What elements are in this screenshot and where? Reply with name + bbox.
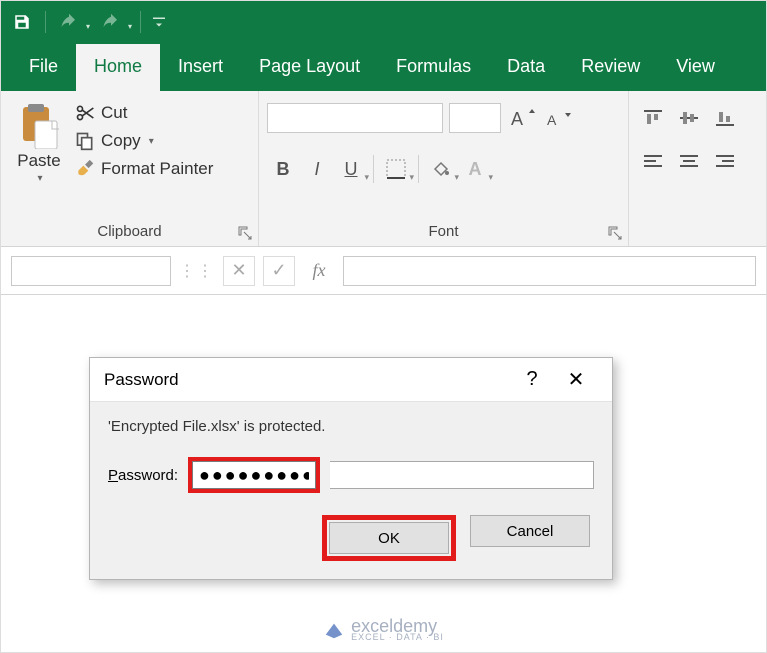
- format-painter-button[interactable]: Format Painter: [75, 159, 213, 179]
- highlight-box: [188, 457, 320, 493]
- insert-function-button[interactable]: fx: [303, 256, 335, 286]
- watermark-tagline: EXCEL · DATA · BI: [351, 633, 444, 642]
- underline-button[interactable]: U▾: [335, 153, 367, 185]
- tab-home[interactable]: Home: [76, 44, 160, 91]
- fill-color-button[interactable]: ▾: [425, 153, 457, 185]
- name-box[interactable]: [11, 256, 171, 286]
- copy-icon: [75, 131, 95, 151]
- decrease-font-button[interactable]: A: [543, 103, 573, 133]
- ribbon-tabs: File Home Insert Page Layout Formulas Da…: [1, 43, 766, 91]
- tab-data[interactable]: Data: [489, 44, 563, 91]
- qat-separator: [140, 11, 141, 33]
- redo-dropdown-icon[interactable]: ▾: [128, 22, 132, 31]
- align-left-button[interactable]: [637, 147, 669, 177]
- group-font: A A B I U▾ ▾ ▾ A▾: [259, 91, 629, 246]
- highlight-box: OK: [322, 515, 456, 561]
- cut-button[interactable]: Cut: [75, 103, 213, 123]
- dialog-help-button[interactable]: ?: [510, 358, 554, 402]
- drag-handle-icon[interactable]: ⋮⋮: [179, 261, 215, 281]
- format-painter-label: Format Painter: [101, 159, 213, 179]
- paste-label: Paste: [17, 151, 60, 171]
- logo-icon: [323, 619, 345, 641]
- quick-access-toolbar: ▾ ▾: [1, 1, 766, 43]
- borders-button[interactable]: ▾: [380, 153, 412, 185]
- formula-input[interactable]: [343, 256, 756, 286]
- separator: [418, 155, 419, 183]
- align-right-button[interactable]: [709, 147, 741, 177]
- svg-text:A: A: [511, 109, 523, 129]
- group-alignment: [629, 91, 766, 246]
- dialog-titlebar: Password ? ✕: [90, 358, 612, 402]
- confirm-entry-button[interactable]: ✓: [263, 256, 295, 286]
- tab-insert[interactable]: Insert: [160, 44, 241, 91]
- group-clipboard: Paste ▾ Cut Copy ▾: [1, 91, 259, 246]
- watermark: exceldemy EXCEL · DATA · BI: [1, 617, 766, 642]
- font-name-combo[interactable]: [267, 103, 443, 133]
- redo-button[interactable]: [96, 7, 126, 37]
- italic-button[interactable]: I: [301, 153, 333, 185]
- save-button[interactable]: [7, 7, 37, 37]
- cancel-entry-button[interactable]: ✕: [223, 256, 255, 286]
- tab-formulas[interactable]: Formulas: [378, 44, 489, 91]
- align-bottom-button[interactable]: [709, 103, 741, 133]
- dialog-launcher-icon[interactable]: [238, 226, 252, 240]
- align-center-button[interactable]: [673, 147, 705, 177]
- clipboard-icon: [19, 103, 59, 149]
- tab-file[interactable]: File: [11, 44, 76, 91]
- group-clipboard-label: Clipboard: [9, 219, 250, 246]
- group-font-label: Font: [267, 219, 620, 246]
- chevron-down-icon: ▾: [37, 173, 42, 184]
- align-top-button[interactable]: [637, 103, 669, 133]
- copy-button[interactable]: Copy ▾: [75, 131, 213, 151]
- copy-label: Copy: [101, 131, 141, 151]
- formula-bar: ⋮⋮ ✕ ✓ fx: [1, 247, 766, 295]
- chevron-down-icon: ▾: [149, 136, 154, 147]
- undo-dropdown-icon[interactable]: ▾: [86, 22, 90, 31]
- ok-button[interactable]: OK: [329, 522, 449, 554]
- ribbon: Paste ▾ Cut Copy ▾: [1, 91, 766, 247]
- dialog-title: Password: [104, 370, 179, 390]
- font-color-button[interactable]: A▾: [459, 153, 491, 185]
- customize-qat-icon[interactable]: [149, 7, 169, 37]
- paste-button[interactable]: Paste ▾: [9, 97, 69, 184]
- align-middle-button[interactable]: [673, 103, 705, 133]
- password-label: Password:: [108, 467, 178, 484]
- cut-label: Cut: [101, 103, 127, 123]
- bold-button[interactable]: B: [267, 153, 299, 185]
- increase-font-button[interactable]: A: [507, 103, 537, 133]
- cancel-button[interactable]: Cancel: [470, 515, 590, 547]
- qat-separator: [45, 11, 46, 33]
- tab-view[interactable]: View: [658, 44, 733, 91]
- dialog-launcher-icon[interactable]: [608, 226, 622, 240]
- dialog-close-button[interactable]: ✕: [554, 358, 598, 402]
- scissors-icon: [75, 103, 95, 123]
- svg-text:A: A: [547, 112, 557, 128]
- tab-page-layout[interactable]: Page Layout: [241, 44, 378, 91]
- dialog-message: 'Encrypted File.xlsx' is protected.: [108, 418, 594, 435]
- undo-button[interactable]: [54, 7, 84, 37]
- password-input[interactable]: [192, 461, 316, 489]
- tab-review[interactable]: Review: [563, 44, 658, 91]
- paintbrush-icon: [75, 159, 95, 179]
- password-dialog: Password ? ✕ 'Encrypted File.xlsx' is pr…: [89, 357, 613, 580]
- font-size-combo[interactable]: [449, 103, 501, 133]
- password-input-extension[interactable]: [330, 461, 594, 489]
- separator: [373, 155, 374, 183]
